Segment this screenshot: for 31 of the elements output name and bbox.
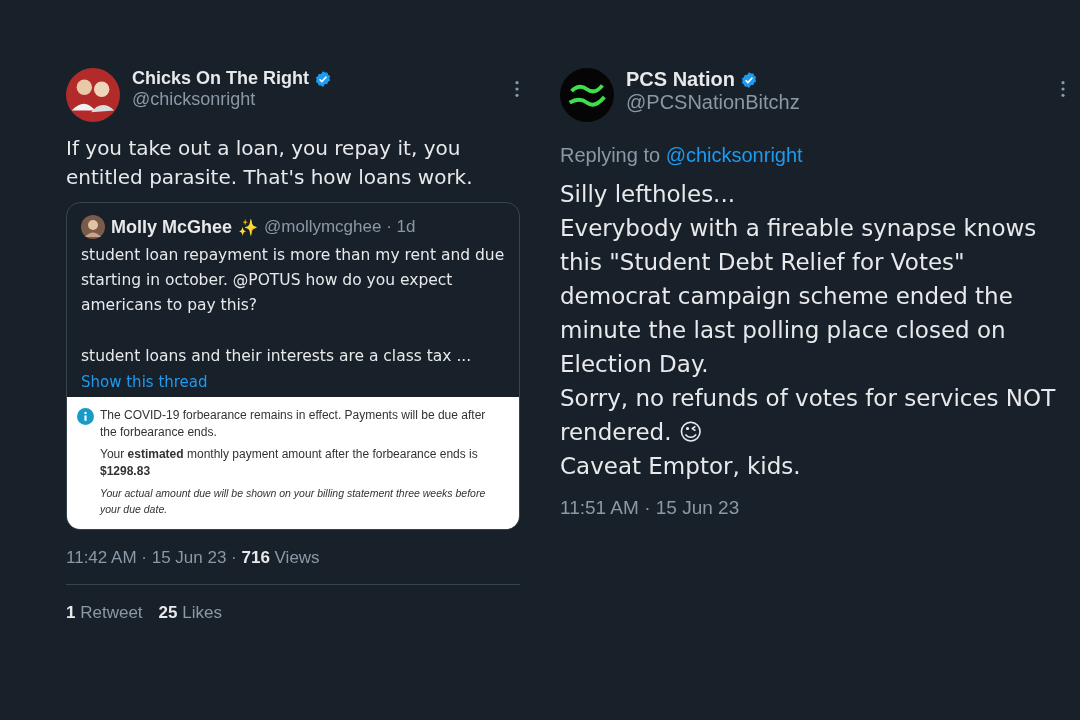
tweet-text: Everybody with a fireable synapse knows this "Student Debt Relief for Votes" democrat campaign scheme ended the minute the last polling place closed on Election Day. [560,214,1038,379]
more-options-icon[interactable] [514,80,520,98]
tweet-text: student loans and their interests are a class tax ... [81,346,473,367]
avatar[interactable] [81,215,105,239]
more-options-icon[interactable] [1060,80,1066,98]
tweet-text: Caveat Emptor, kids. [560,452,802,481]
author-name: PCS Nation [626,68,735,91]
notice-text: Your estimated monthly payment amount after the forbearance ends is $1298.83 [100,446,479,480]
reply-context: Replying to @chicksonright [560,144,804,167]
tweet-text: If you take out a loan, you repay it, you entitled parasite. That's how loans work. [66,135,474,191]
timestamp: 11:42 AM · 15 Jun 23 · 716 Views [66,548,321,568]
mention-link[interactable]: @chicksonright [665,144,803,166]
engagement-count[interactable]: 1 Retweet [66,603,143,623]
avatar[interactable] [66,68,120,122]
author-handle: @chicksonright [132,89,257,110]
show-thread-link[interactable]: Show this thread [81,373,208,391]
avatar[interactable] [560,68,614,122]
engagement-count[interactable]: 25 Likes [158,603,222,623]
info-icon [77,408,94,425]
quoted-tweet[interactable] [66,202,520,530]
notice-text: The COVID-19 forbearance remains in effect. Payments will be due after the forbearance ends. [100,407,487,441]
tweet-text: student loan repayment is more than my rent and due starting in october. @POTUS how do you expect americans to pay this? [81,245,505,316]
sparkles-emoji: ✨ [238,217,259,237]
notice-note: Your actual amount due will be shown on your billing statement three weeks before your due date. [100,486,487,517]
author-name: Molly McGhee [111,216,233,238]
tweet-text: Silly leftholes... [560,180,737,209]
author-handle: @PCSNationBitchz [626,91,801,114]
timestamp: 11:51 AM · 15 Jun 23 [560,497,741,519]
author-name: Chicks On The Right [132,68,309,89]
author-handle: @mollymcghee · 1d [264,217,416,237]
tweet-text: Sorry, no refunds of votes for services NOT rendered. 😉 [560,384,1057,447]
